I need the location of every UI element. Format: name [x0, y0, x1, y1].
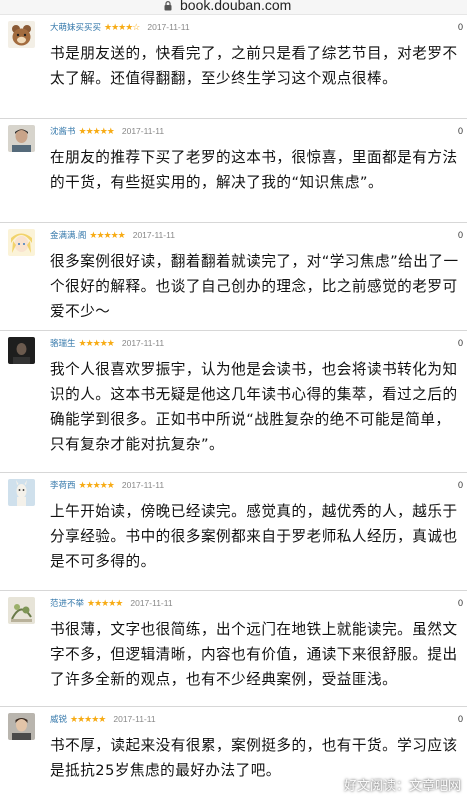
user-avatar[interactable]: [8, 597, 35, 624]
review-list: 大萌妹买买买 ★★★★☆ 2017-11-11 0 书是朋友送的，快看完了，之前只是…: [0, 15, 467, 787]
useful-count[interactable]: 0: [458, 598, 463, 608]
useful-count[interactable]: 0: [458, 126, 463, 136]
rating-stars: ★★★★★: [87, 598, 123, 608]
review-text: 书很薄，文字也很简练，出个远门在地铁上就能读完。虽然文字不多，但逻辑清晰，内容也…: [50, 621, 458, 688]
rating-stars: ★★★★★: [70, 714, 106, 724]
review-date: 2017-11-11: [130, 598, 173, 608]
user-avatar[interactable]: [8, 337, 35, 364]
useful-count[interactable]: 0: [458, 714, 463, 724]
username[interactable]: 李荷西: [50, 480, 76, 490]
useful-count[interactable]: 0: [458, 230, 463, 240]
rating-stars: ★★★★★: [78, 126, 115, 136]
useful-count[interactable]: 0: [458, 480, 463, 490]
lock-icon: [164, 1, 172, 11]
browser-url-bar[interactable]: book.douban.com: [0, 0, 467, 15]
user-avatar[interactable]: [8, 229, 35, 256]
review-text: 很多案例很好读，翻着翻着就读完了，对“学习焦虑”给出了一个很好的解释。也谈了自己…: [50, 253, 459, 320]
review-date: 2017-11-11: [121, 480, 165, 490]
review-date: 2017-11-11: [132, 230, 175, 240]
review-text: 上午开始读，傍晚已经读完。感觉真的，越优秀的人，越乐于分享经验。书中的很多案例都…: [50, 503, 458, 570]
review-meta: 金满满.阁 ★★★★★ 2017-11-11: [50, 229, 175, 241]
review-item: 李荷西 ★★★★★ 2017-11-11 0 上午开始读，傍晚已经读完。感觉真的，越…: [0, 473, 467, 591]
rating-stars: ★★★★★: [78, 480, 115, 490]
user-avatar[interactable]: [8, 21, 35, 48]
review-meta: 李荷西 ★★★★★ 2017-11-11: [50, 479, 164, 491]
watermark: 好文阅读：文章吧网: [343, 779, 461, 794]
review-meta: 骆瑞生 ★★★★★ 2017-11-11: [50, 337, 164, 349]
review-meta: 范进不举 ★★★★★ 2017-11-11: [50, 597, 173, 609]
review-date: 2017-11-11: [121, 126, 165, 136]
rating-stars: ★★★★☆: [104, 22, 140, 32]
review-text: 我个人很喜欢罗振宇，认为他是会读书，也会将读书转化为知识的人。这本书无疑是他这几…: [50, 361, 458, 453]
review-item: 范进不举 ★★★★★ 2017-11-11 0 书很薄，文字也很简练，出个远门在地铁…: [0, 591, 467, 707]
review-meta: 大萌妹买买买 ★★★★☆ 2017-11-11: [50, 21, 190, 33]
review-item: 骆瑞生 ★★★★★ 2017-11-11 0 我个人很喜欢罗振宇，认为他是会读书，也…: [0, 331, 467, 473]
review-item: 大萌妹买买买 ★★★★☆ 2017-11-11 0 书是朋友送的，快看完了，之前只是…: [0, 15, 467, 119]
rating-stars: ★★★★★: [78, 338, 115, 348]
username[interactable]: 骆瑞生: [50, 338, 76, 348]
username[interactable]: 范进不举: [50, 598, 84, 608]
review-meta: 威锐 ★★★★★ 2017-11-11: [50, 713, 156, 725]
review-date: 2017-11-11: [113, 714, 156, 724]
user-avatar[interactable]: [8, 479, 35, 506]
review-item: 金满满.阁 ★★★★★ 2017-11-11 0 很多案例很好读，翻着翻着就读完了，…: [0, 223, 467, 331]
username[interactable]: 威锐: [50, 714, 67, 724]
username[interactable]: 大萌妹买买买: [50, 22, 101, 32]
review-text: 书是朋友送的，快看完了，之前只是看了综艺节目，对老罗不太了解。还值得翻翻，至少终…: [50, 45, 458, 87]
user-avatar[interactable]: [8, 125, 35, 152]
review-date: 2017-11-11: [147, 22, 190, 32]
review-item: 沈酱书 ★★★★★ 2017-11-11 0 在朋友的推荐下买了老罗的这本书，很惊喜…: [0, 119, 467, 223]
review-meta: 沈酱书 ★★★★★ 2017-11-11: [50, 125, 164, 137]
review-date: 2017-11-11: [121, 338, 165, 348]
username[interactable]: 沈酱书: [50, 126, 76, 136]
review-text: 在朋友的推荐下买了老罗的这本书，很惊喜，里面都是有方法的干货，有些挺实用的，解决…: [50, 149, 458, 191]
useful-count[interactable]: 0: [458, 338, 463, 348]
useful-count[interactable]: 0: [458, 22, 463, 32]
url-text: book.douban.com: [180, 0, 292, 13]
rating-stars: ★★★★★: [89, 230, 125, 240]
user-avatar[interactable]: [8, 713, 35, 740]
username[interactable]: 金满满.阁: [50, 230, 86, 240]
